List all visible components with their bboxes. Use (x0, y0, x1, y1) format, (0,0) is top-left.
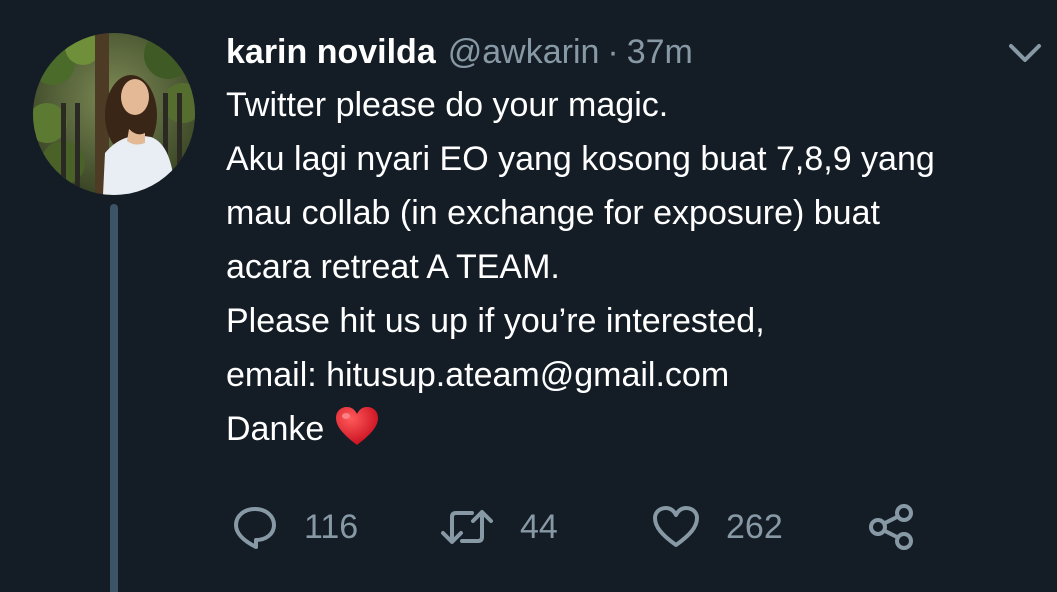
share-icon (869, 504, 913, 550)
thread-line (110, 204, 118, 592)
author-handle[interactable]: @awkarin (448, 26, 600, 78)
tweet-line: mau collab (in exchange for exposure) bu… (226, 194, 880, 232)
tweet-line: Aku lagi nyari EO yang kosong buat 7,8,9… (226, 140, 935, 178)
tweet[interactable]: karin novilda @awkarin · 37m Twitter ple… (0, 0, 1057, 592)
tweet-content: karin novilda @awkarin · 37m Twitter ple… (226, 26, 1036, 456)
tweet-line: email: hitusup.ateam@gmail.com (226, 356, 730, 394)
timestamp[interactable]: 37m (627, 26, 693, 78)
tweet-line-last: Danke (226, 402, 1036, 456)
chevron-down-icon[interactable] (1007, 40, 1043, 66)
reply-icon (234, 507, 276, 549)
avatar-column (33, 33, 195, 592)
separator-dot: · (607, 33, 619, 71)
share-button[interactable] (866, 497, 916, 557)
tweet-header: karin novilda @awkarin · 37m (226, 26, 1036, 78)
retweet-count: 44 (520, 507, 558, 546)
reply-button[interactable]: 116 (232, 497, 358, 557)
red-heart-emoji-icon (336, 407, 379, 445)
tweet-line: Twitter please do your magic. (226, 86, 669, 124)
tweet-text: Twitter please do your magic. Aku lagi n… (226, 78, 1036, 456)
like-icon (653, 506, 699, 547)
tweet-line: acara retreat A TEAM. (226, 248, 560, 286)
reply-count: 116 (304, 507, 359, 546)
retweet-button[interactable]: 44 (440, 497, 558, 557)
author-name[interactable]: karin novilda (226, 26, 436, 78)
tweet-actions: 116 44 262 (226, 497, 946, 557)
avatar[interactable] (33, 33, 195, 195)
tweet-line: Please hit us up if you’re interested, (226, 302, 765, 340)
tweet-line: Danke (226, 410, 325, 448)
like-count: 262 (726, 507, 783, 546)
retweet-icon (441, 510, 493, 544)
like-button[interactable]: 262 (652, 497, 783, 557)
